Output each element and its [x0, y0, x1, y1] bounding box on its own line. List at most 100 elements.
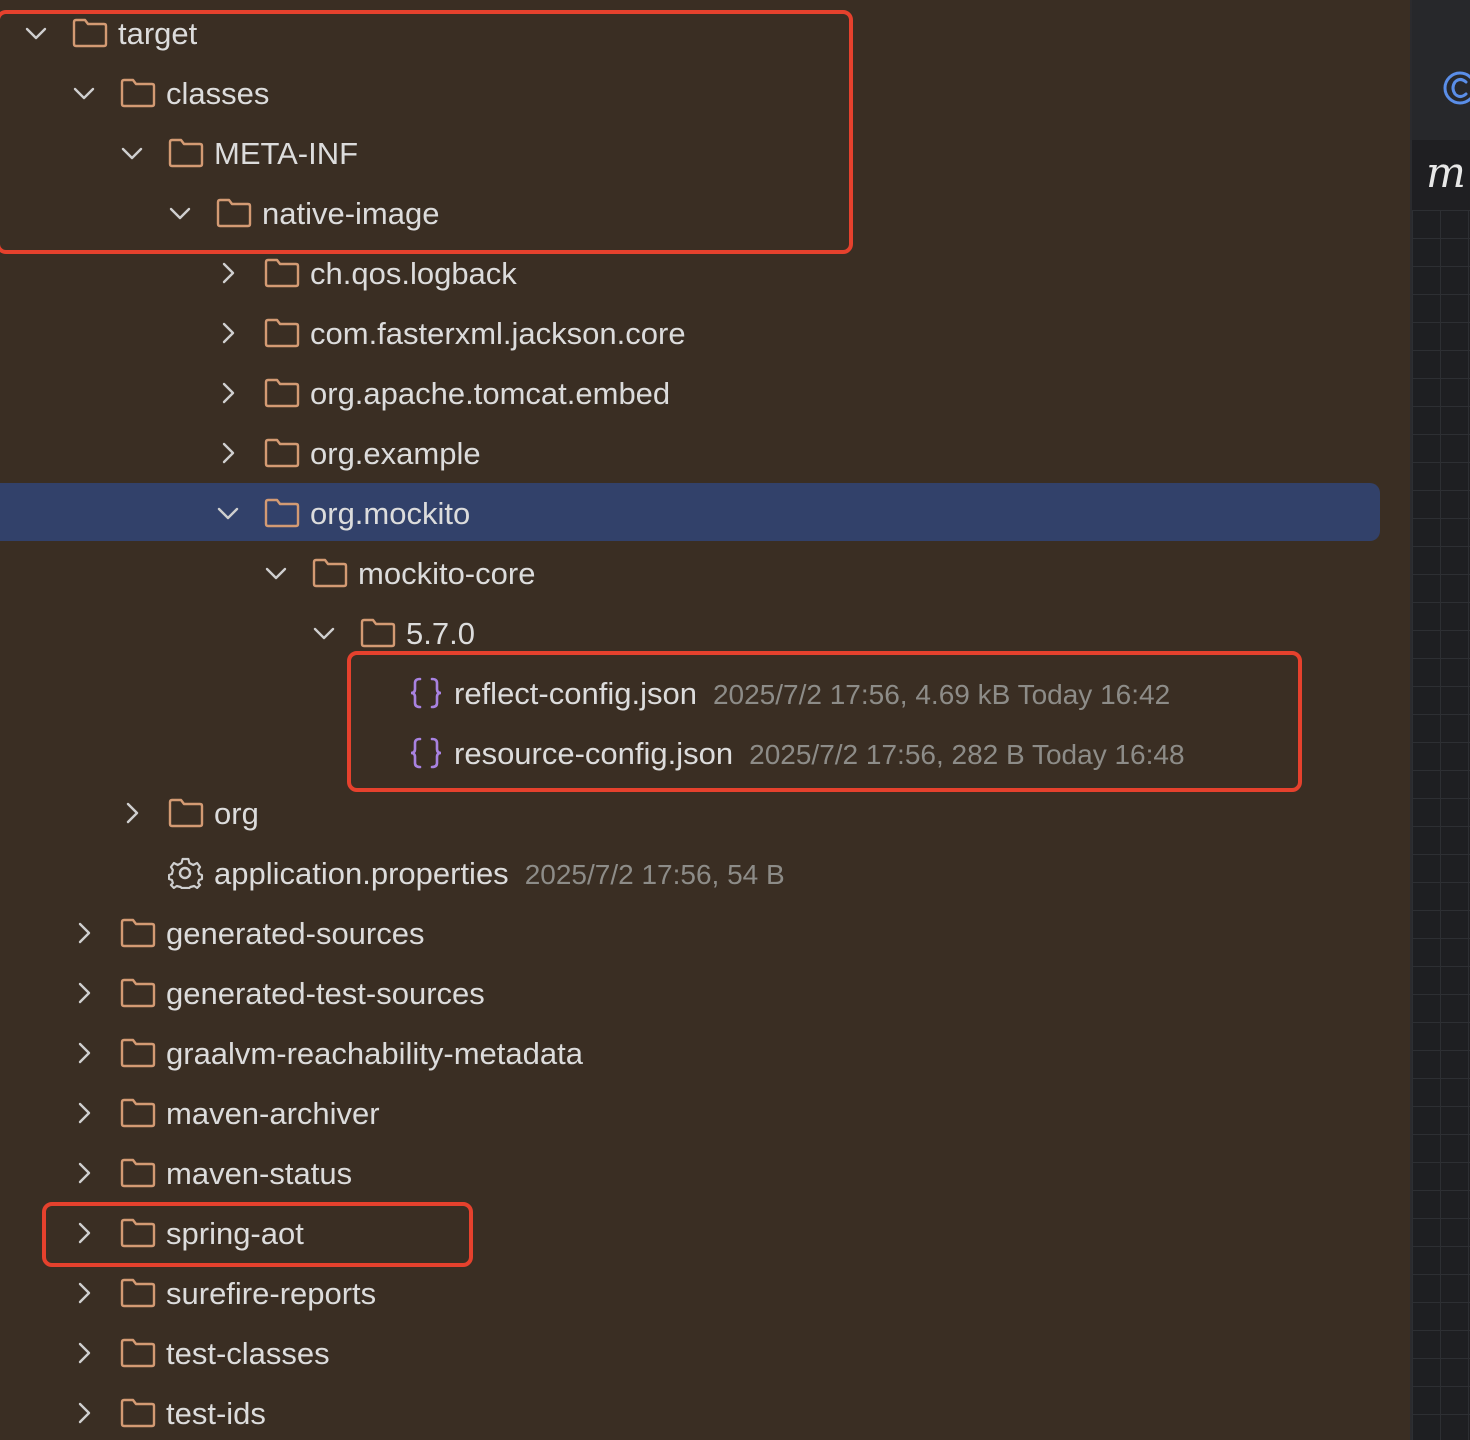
folder-icon — [120, 918, 156, 948]
tree-row-mockito-core[interactable]: mockito-core — [0, 543, 1380, 603]
file-name: application.properties — [214, 856, 509, 891]
tree-row-spring-aot[interactable]: spring-aot — [0, 1203, 1380, 1263]
file-meta: 2025/7/2 17:56, 282 B Today 16:48 — [749, 739, 1185, 770]
chevron-down-icon[interactable] — [216, 501, 240, 525]
chevron-down-icon[interactable] — [168, 201, 192, 225]
folder-icon — [216, 198, 252, 228]
editor-grid-background — [1412, 210, 1470, 1440]
editor-panel-edge: m — [1410, 0, 1470, 1440]
tree-row-label: target — [118, 16, 198, 51]
chevron-right-icon[interactable] — [72, 1101, 96, 1125]
tree-row-label: ch.qos.logback — [310, 256, 517, 291]
tree-row-label: org.apache.tomcat.embed — [310, 376, 671, 411]
folder-icon — [72, 18, 108, 48]
tree-row-test-classes[interactable]: test-classes — [0, 1323, 1380, 1383]
tree-row-label: resource-config.json 2025/7/2 17:56, 282 … — [454, 737, 1185, 771]
ide-window: { "tree": { "rows": [ {"label": "target"… — [0, 0, 1470, 1440]
tree-row-label: generated-test-sources — [166, 976, 485, 1011]
folder-icon — [120, 1338, 156, 1368]
tree-row-label: classes — [166, 76, 270, 111]
tree-row-label: 5.7.0 — [406, 616, 475, 651]
folder-icon — [264, 498, 300, 528]
chevron-right-icon[interactable] — [72, 1401, 96, 1425]
chevron-down-icon[interactable] — [24, 21, 48, 45]
chevron-right-icon[interactable] — [72, 1281, 96, 1305]
editor-tab-bar — [1412, 0, 1470, 140]
chevron-down-icon[interactable] — [312, 621, 336, 645]
tree-row-org-example[interactable]: org.example — [0, 423, 1380, 483]
tree-row-surefire-reports[interactable]: surefire-reports — [0, 1263, 1380, 1323]
tree-row-label: generated-sources — [166, 916, 425, 951]
tree-row-maven-archiver[interactable]: maven-archiver — [0, 1083, 1380, 1143]
tree-row-reflect-config-json[interactable]: reflect-config.json 2025/7/2 17:56, 4.69 … — [0, 663, 1380, 723]
tree-row-classes[interactable]: classes — [0, 63, 1380, 123]
tree-row-application-properties[interactable]: application.properties 2025/7/2 17:56, 54… — [0, 843, 1380, 903]
tree-row-org-apache-tomcat-embed[interactable]: org.apache.tomcat.embed — [0, 363, 1380, 423]
folder-icon — [360, 618, 396, 648]
chevron-right-icon[interactable] — [72, 981, 96, 1005]
tree-row-version-5-7-0[interactable]: 5.7.0 — [0, 603, 1380, 663]
tree-row-label: maven-status — [166, 1156, 353, 1191]
chevron-right-icon[interactable] — [216, 381, 240, 405]
tree-row-label: native-image — [262, 196, 440, 231]
tree-row-org-mockito[interactable]: org.mockito — [0, 483, 1380, 543]
tree-row-label: org — [214, 796, 259, 831]
folder-icon — [120, 1398, 156, 1428]
chevron-down-icon[interactable] — [264, 561, 288, 585]
json-file-icon — [410, 737, 442, 769]
tree-row-generated-sources[interactable]: generated-sources — [0, 903, 1380, 963]
tree-row-label: application.properties 2025/7/2 17:56, 54… — [214, 857, 785, 891]
folder-icon — [120, 1218, 156, 1248]
folder-icon — [120, 1098, 156, 1128]
tree-row-label: org.example — [310, 436, 481, 471]
folder-icon — [120, 1278, 156, 1308]
tree-row-label: test-classes — [166, 1336, 330, 1371]
chevron-down-icon[interactable] — [72, 81, 96, 105]
chevron-right-icon[interactable] — [72, 1161, 96, 1185]
chevron-down-icon[interactable] — [120, 141, 144, 165]
folder-icon — [264, 258, 300, 288]
file-meta: 2025/7/2 17:56, 54 B — [524, 859, 785, 890]
tree-row-meta-inf[interactable]: META-INF — [0, 123, 1380, 183]
editor-text-fragment: m — [1426, 148, 1466, 197]
tree-row-test-ids[interactable]: test-ids — [0, 1383, 1380, 1440]
folder-icon — [312, 558, 348, 588]
chevron-right-icon[interactable] — [216, 261, 240, 285]
tree-row-maven-status[interactable]: maven-status — [0, 1143, 1380, 1203]
folder-icon — [120, 78, 156, 108]
tree-row-graalvm-reachability-metadata[interactable]: graalvm-reachability-metadata — [0, 1023, 1380, 1083]
tree-row-resource-config-json[interactable]: resource-config.json 2025/7/2 17:56, 282 … — [0, 723, 1380, 783]
tree-row-label: META-INF — [214, 136, 359, 171]
folder-icon — [264, 318, 300, 348]
file-name: reflect-config.json — [454, 676, 697, 711]
folder-icon — [120, 978, 156, 1008]
folder-icon — [264, 438, 300, 468]
file-name: resource-config.json — [454, 736, 734, 771]
chevron-right-icon[interactable] — [216, 441, 240, 465]
tree-row-label: reflect-config.json 2025/7/2 17:56, 4.69 … — [454, 677, 1170, 711]
folder-icon — [120, 1158, 156, 1188]
tree-row-native-image[interactable]: native-image — [0, 183, 1380, 243]
gear-icon — [168, 857, 204, 889]
tree-row-org[interactable]: org — [0, 783, 1380, 843]
tree-row-label: spring-aot — [166, 1216, 304, 1251]
json-file-icon — [410, 677, 442, 709]
class-file-icon[interactable] — [1442, 68, 1470, 108]
chevron-right-icon[interactable] — [72, 921, 96, 945]
chevron-right-icon[interactable] — [72, 1341, 96, 1365]
tree-row-generated-test-sources[interactable]: generated-test-sources — [0, 963, 1380, 1023]
chevron-right-icon[interactable] — [120, 801, 144, 825]
tree-row-label: surefire-reports — [166, 1276, 377, 1311]
tree-row-target[interactable]: target — [0, 3, 1380, 63]
chevron-right-icon[interactable] — [72, 1221, 96, 1245]
tree-row-ch-qos-logback[interactable]: ch.qos.logback — [0, 243, 1380, 303]
tree-row-label: com.fasterxml.jackson.core — [310, 316, 686, 351]
file-meta: 2025/7/2 17:56, 4.69 kB Today 16:42 — [712, 679, 1171, 710]
tree-row-com-fasterxml-jackson-core[interactable]: com.fasterxml.jackson.core — [0, 303, 1380, 363]
chevron-right-icon[interactable] — [72, 1041, 96, 1065]
folder-icon — [168, 138, 204, 168]
chevron-right-icon[interactable] — [216, 321, 240, 345]
folder-icon — [168, 798, 204, 828]
project-tree: target classes META-INF native-image ch.… — [0, 0, 1410, 1440]
tree-row-label: maven-archiver — [166, 1096, 380, 1131]
